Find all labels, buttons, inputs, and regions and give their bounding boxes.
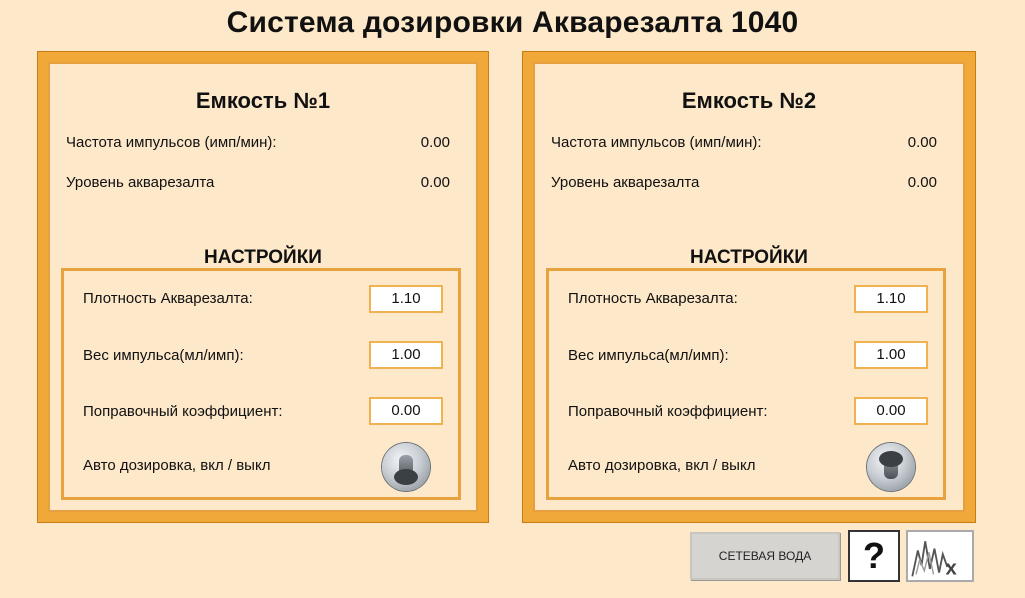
settings-title: НАСТРОЙКИ xyxy=(690,247,808,268)
tank-title: Емкость №2 xyxy=(681,88,817,113)
correction-label: Поправочный коэффициент: xyxy=(83,403,283,420)
pulse-frequency-label: Частота импульсов (имп/мин): xyxy=(66,134,277,151)
auto-dosing-label: Авто дозировка, вкл / выкл xyxy=(83,457,271,474)
tank-panel-1: Емкость №1 Частота импульсов (имп/мин): … xyxy=(38,52,488,522)
pulse-frequency-value: 0.00 xyxy=(420,134,450,151)
pulse-weight-label: Вес импульса(мл/имп): xyxy=(83,347,244,364)
settings-box: Плотность Акварезалта: 1.10 Вес импульса… xyxy=(546,268,946,500)
trend-button[interactable]: x xyxy=(906,530,974,582)
auto-dosing-toggle[interactable] xyxy=(867,443,915,491)
network-water-button[interactable]: СЕТЕВАЯ ВОДА xyxy=(690,532,840,580)
level-value: 0.00 xyxy=(420,174,450,191)
density-input[interactable]: 1.10 xyxy=(369,285,443,313)
toggle-knob-icon xyxy=(394,469,418,485)
correction-label: Поправочный коэффициент: xyxy=(568,403,768,420)
pulse-frequency-value: 0.00 xyxy=(907,134,937,151)
pulse-weight-input[interactable]: 1.00 xyxy=(369,341,443,369)
svg-text:x: x xyxy=(946,557,958,579)
level-label: Уровень акварезалта xyxy=(551,174,700,191)
toggle-knob-icon xyxy=(879,451,903,467)
trend-chart-icon: x xyxy=(911,541,958,579)
density-input[interactable]: 1.10 xyxy=(854,285,928,313)
pulse-weight-label: Вес импульса(мл/имп): xyxy=(568,347,729,364)
settings-box: Плотность Акварезалта: 1.10 Вес импульса… xyxy=(61,268,461,500)
page-title: Система дозировки Акварезалта 1040 xyxy=(226,6,799,39)
settings-title: НАСТРОЙКИ xyxy=(204,247,322,268)
pulse-weight-input[interactable]: 1.00 xyxy=(854,341,928,369)
density-label: Плотность Акварезалта: xyxy=(83,290,253,307)
pulse-frequency-label: Частота импульсов (имп/мин): xyxy=(551,134,762,151)
level-value: 0.00 xyxy=(907,174,937,191)
auto-dosing-label: Авто дозировка, вкл / выкл xyxy=(568,457,756,474)
help-button[interactable]: ? xyxy=(848,530,900,582)
auto-dosing-toggle[interactable] xyxy=(382,443,430,491)
correction-input[interactable]: 0.00 xyxy=(854,397,928,425)
density-label: Плотность Акварезалта: xyxy=(568,290,738,307)
tank-title: Емкость №1 xyxy=(195,88,331,113)
tank-panel-2: Емкость №2 Частота импульсов (имп/мин): … xyxy=(523,52,975,522)
level-label: Уровень акварезалта xyxy=(66,174,215,191)
correction-input[interactable]: 0.00 xyxy=(369,397,443,425)
